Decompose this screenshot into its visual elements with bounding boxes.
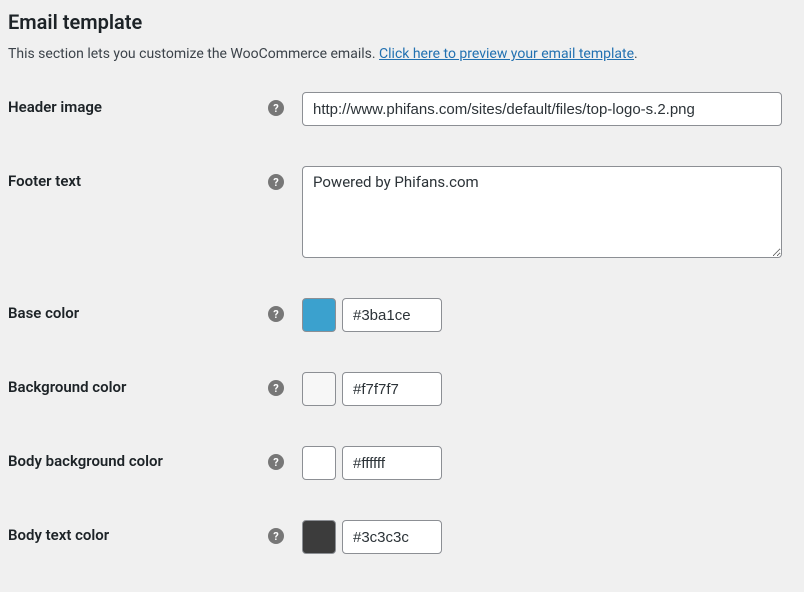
body-text-color-swatch[interactable]	[302, 520, 336, 554]
help-icon[interactable]: ?	[268, 380, 284, 396]
row-footer-text: Footer text ?	[8, 166, 796, 258]
help-icon[interactable]: ?	[268, 306, 284, 322]
row-background-color: Background color ?	[8, 372, 796, 406]
body-background-color-swatch[interactable]	[302, 446, 336, 480]
label-header-image: Header image	[8, 92, 268, 116]
base-color-input[interactable]	[342, 298, 442, 332]
help-icon[interactable]: ?	[268, 528, 284, 544]
row-base-color: Base color ?	[8, 298, 796, 332]
intro-text: This section lets you customize the WooC…	[8, 46, 379, 62]
label-body-text-color: Body text color	[8, 520, 268, 544]
background-color-swatch[interactable]	[302, 372, 336, 406]
background-color-input[interactable]	[342, 372, 442, 406]
label-body-background-color: Body background color	[8, 446, 268, 470]
section-intro: This section lets you customize the WooC…	[8, 46, 796, 62]
row-body-text-color: Body text color ?	[8, 520, 796, 554]
help-icon[interactable]: ?	[268, 174, 284, 190]
label-base-color: Base color	[8, 298, 268, 322]
label-background-color: Background color	[8, 372, 268, 396]
help-icon[interactable]: ?	[268, 454, 284, 470]
header-image-input[interactable]	[302, 92, 782, 126]
body-background-color-input[interactable]	[342, 446, 442, 480]
section-title: Email template	[8, 10, 796, 34]
footer-text-input[interactable]	[302, 166, 782, 258]
row-header-image: Header image ?	[8, 92, 796, 126]
label-footer-text: Footer text	[8, 166, 268, 190]
row-body-background-color: Body background color ?	[8, 446, 796, 480]
preview-link[interactable]: Click here to preview your email templat…	[379, 46, 634, 62]
body-text-color-input[interactable]	[342, 520, 442, 554]
intro-suffix: .	[634, 46, 638, 62]
base-color-swatch[interactable]	[302, 298, 336, 332]
help-icon[interactable]: ?	[268, 100, 284, 116]
